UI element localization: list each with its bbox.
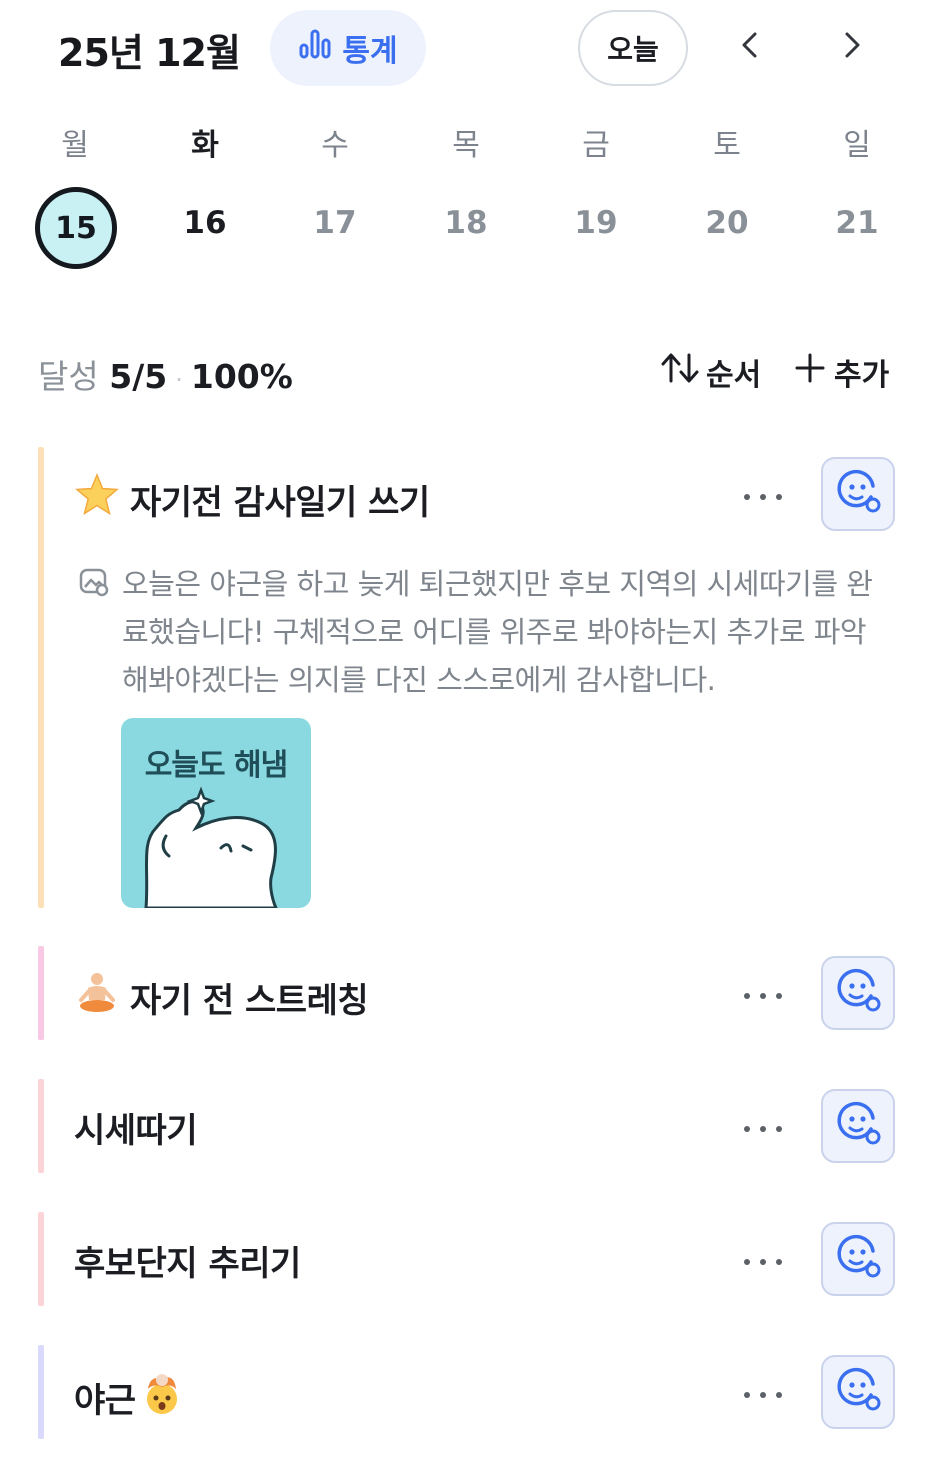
date-cell[interactable]: 20 [677,205,777,241]
today-button[interactable]: 오늘 [578,10,688,86]
more-dots-icon [743,1251,783,1270]
stats-button[interactable]: 통계 [270,10,426,86]
add-reaction-button[interactable] [821,956,895,1030]
habit-color-bar [38,946,44,1040]
stats-label: 통계 [342,34,398,69]
bar-chart-icon [298,27,332,69]
add-reaction-button[interactable] [821,457,895,531]
weekday-mon: 월 [61,128,89,163]
more-button[interactable] [733,1112,793,1142]
weekday-wed: 수 [321,128,349,163]
habit-title-row[interactable]: 야근 [74,1369,186,1426]
more-button[interactable] [733,979,793,1009]
month-title: 25년 12월 [58,31,241,75]
habit-title: 자기전 감사일기 쓰기 [130,483,430,523]
achievement-label: 달성 [38,357,99,396]
more-dots-icon [743,486,783,505]
add-reaction-button[interactable] [821,1089,895,1163]
habit-title-row[interactable]: 후보단지 추리기 [74,1236,301,1285]
date-cell[interactable]: 16 [155,205,255,241]
date-cell[interactable]: 18 [416,205,516,241]
weekday-tue: 화 [191,128,219,163]
habit-color-bar [38,1345,44,1439]
habit-color-bar [38,1212,44,1306]
date-cell[interactable]: 17 [285,205,385,241]
habit-memo[interactable]: 오늘은 야근을 하고 늦게 퇴근했지만 후보 지역의 시세따기를 완료했습니다!… [122,560,892,704]
habit-color-bar [38,447,44,908]
habit-title: 야근 [74,1381,136,1421]
separator-dot: · [175,366,183,394]
chevron-right-icon [836,30,866,64]
sort-label: 순서 [706,358,762,393]
sort-arrows-icon [660,351,700,393]
date-cell[interactable]: 19 [546,205,646,241]
smile-add-icon [833,966,883,1020]
more-dots-icon [743,1118,783,1137]
next-week-button[interactable] [826,22,876,72]
habit-title: 시세따기 [74,1111,198,1151]
star-emoji-icon [74,472,120,527]
weekday-sat: 토 [713,128,741,163]
habit-title-row[interactable]: 시세따기 [74,1103,198,1152]
achievement-summary: 달성 5/5 · 100% [38,350,293,398]
date-selected[interactable]: 15 [35,187,117,269]
smile-add-icon [833,1232,883,1286]
sticker-character-icon [144,786,278,908]
more-dots-icon [743,1384,783,1403]
smile-add-icon [833,467,883,521]
habit-title-row[interactable]: 자기 전 스트레칭 [74,970,369,1025]
achievement-count: 5/5 [109,357,168,396]
habit-title-row[interactable]: 자기전 감사일기 쓰기 [74,472,430,527]
meditation-emoji-icon [74,970,120,1025]
add-reaction-button[interactable] [821,1355,895,1429]
habit-title: 후보단지 추리기 [74,1244,301,1284]
habit-title: 자기 전 스트레칭 [130,981,369,1021]
chevron-left-icon [736,30,766,64]
weekday-fri: 금 [582,128,610,163]
more-dots-icon [743,985,783,1004]
prev-week-button[interactable] [726,22,776,72]
more-button[interactable] [733,480,793,510]
plus-icon [794,352,826,392]
habit-color-bar [38,1079,44,1173]
smile-add-icon [833,1365,883,1419]
smile-add-icon [833,1099,883,1153]
add-reaction-button[interactable] [821,1222,895,1296]
exploding-head-emoji-icon [138,1369,186,1426]
more-button[interactable] [733,1245,793,1275]
achievement-percent: 100% [190,357,293,396]
date-cell[interactable]: 21 [807,205,907,241]
add-label: 추가 [834,358,890,393]
sort-button[interactable]: 순서 [660,350,761,394]
weekday-thu: 목 [452,128,480,163]
weekday-sun: 일 [843,128,871,163]
more-button[interactable] [733,1378,793,1408]
memo-image-icon [78,566,110,602]
add-button[interactable]: 추가 [794,350,889,394]
sticker-image[interactable]: 오늘도 해냄 [121,718,311,908]
